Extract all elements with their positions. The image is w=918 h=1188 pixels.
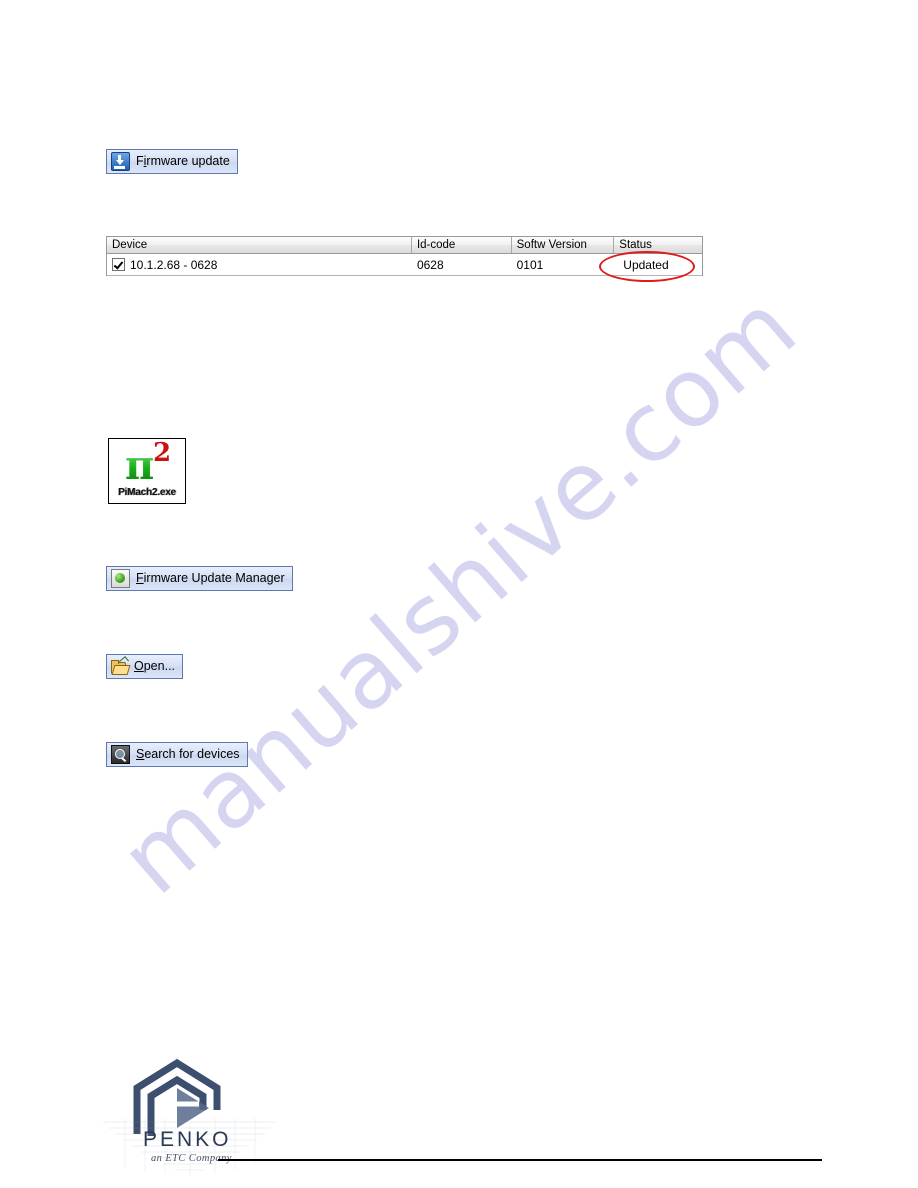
column-header-device[interactable]: Device (107, 237, 412, 253)
open-button-label: Open... (134, 659, 176, 674)
column-header-status[interactable]: Status (614, 237, 702, 253)
search-for-devices-button[interactable]: Search for devices (106, 742, 248, 767)
document-page: manualshive.com Firmware update Device I… (0, 0, 918, 1188)
pi-symbol: π (125, 442, 155, 489)
firmware-update-manager-button[interactable]: Firmware Update Manager (106, 566, 293, 591)
cell-status: Updated (623, 257, 669, 272)
pimach-desktop-icon[interactable]: π 2 PiMach2.exe (108, 438, 186, 504)
open-button[interactable]: Open... (106, 654, 184, 679)
table-row[interactable]: 10.1.2.68 - 0628 0628 0101 Updated (107, 254, 702, 276)
cell-id-code: 0628 (416, 257, 444, 272)
search-for-devices-button-label: Search for devices (136, 747, 240, 762)
manager-sphere-icon (111, 569, 130, 588)
device-checkbox[interactable] (112, 258, 125, 271)
device-table[interactable]: Device Id-code Softw Version Status 10.1… (106, 236, 703, 276)
pimach-icon-filename: PiMach2.exe (118, 487, 176, 498)
column-header-id-code[interactable]: Id-code (412, 237, 512, 253)
firmware-update-button[interactable]: Firmware update (106, 149, 238, 174)
firmware-update-manager-button-label: Firmware Update Manager (136, 571, 285, 586)
pi-squared-icon: π 2 (119, 440, 175, 489)
penko-brand-text: PENKO (143, 1128, 232, 1151)
download-icon (111, 152, 130, 171)
cell-device-text: 10.1.2.68 - 0628 (130, 257, 218, 272)
column-header-softw-version[interactable]: Softw Version (512, 237, 615, 253)
cell-softw-version: 0101 (516, 257, 544, 272)
footer-divider (218, 1159, 822, 1161)
watermark-text: manualshive.com (100, 272, 818, 916)
pi-superscript: 2 (153, 438, 172, 468)
magnifier-icon (111, 745, 130, 764)
open-folder-icon (111, 656, 131, 675)
table-header-row: Device Id-code Softw Version Status (107, 237, 702, 254)
firmware-update-button-label: Firmware update (136, 154, 230, 169)
cell-device: 10.1.2.68 - 0628 (107, 257, 412, 273)
